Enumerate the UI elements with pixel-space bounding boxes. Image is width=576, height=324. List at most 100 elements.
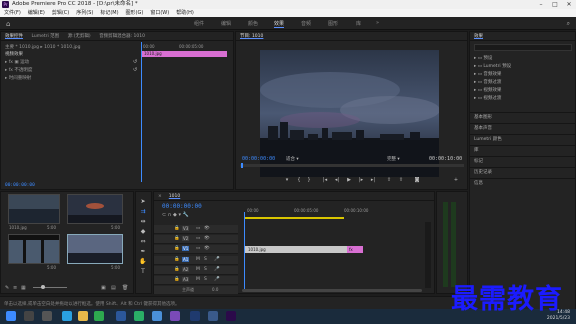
program-playhead[interactable] xyxy=(241,163,243,168)
menu-window[interactable]: 窗口(W) xyxy=(150,10,169,16)
effects-item-audio-transitions[interactable]: ▸ ▭ 音频过渡 xyxy=(474,79,501,85)
section-markers[interactable]: 标记 xyxy=(474,158,483,164)
export-frame-icon[interactable]: ◙ xyxy=(413,177,421,183)
work-area-bar[interactable] xyxy=(244,217,344,219)
timeline-horizontal-scrollbar[interactable] xyxy=(242,289,422,292)
section-libraries[interactable]: 库 xyxy=(474,147,479,153)
type-tool-icon[interactable]: T xyxy=(139,268,147,276)
thumbnail-3[interactable] xyxy=(8,234,60,264)
add-button-icon[interactable]: + xyxy=(452,177,460,183)
thumbnail-2[interactable] xyxy=(67,194,123,224)
menu-clip[interactable]: 剪辑(C) xyxy=(52,10,69,16)
effect-controls-timecode[interactable]: 00:00:00:00 xyxy=(5,183,35,188)
section-essential-graphics[interactable]: 基本图形 xyxy=(474,114,492,120)
workspace-more-icon[interactable]: » xyxy=(376,20,379,26)
step-forward-icon[interactable]: |▸ xyxy=(357,177,365,183)
effects-item-presets[interactable]: ▸ ▭ 预设 xyxy=(474,55,492,61)
tab-effect-controls[interactable]: 效果控件 xyxy=(5,34,23,39)
add-marker-icon[interactable]: ▾ xyxy=(283,177,291,183)
task-view-icon[interactable] xyxy=(42,311,52,321)
app-icon[interactable] xyxy=(170,311,180,321)
pen-tool-icon[interactable]: ✒ xyxy=(139,248,147,256)
fit-dropdown[interactable]: 适合 ▾ xyxy=(286,156,299,162)
extract-icon[interactable]: ⇪ xyxy=(397,177,405,183)
app-icon[interactable] xyxy=(152,311,162,321)
new-item-icon[interactable]: ▤ xyxy=(111,285,116,291)
workspace-tab-graphics[interactable]: 图形 xyxy=(328,20,338,27)
section-history[interactable]: 历史记录 xyxy=(474,169,492,175)
maximize-button[interactable]: □ xyxy=(548,0,562,9)
timeline-clip-v1[interactable]: 1010.jpg xyxy=(245,246,347,253)
section-info[interactable]: 信息 xyxy=(474,180,483,186)
effects-item-lumetri-presets[interactable]: ▸ ▭ Lumetri 预设 xyxy=(474,63,511,69)
mark-out-icon[interactable]: } xyxy=(305,177,313,183)
photoshop-icon[interactable] xyxy=(190,311,200,321)
selection-tool-icon[interactable]: ➤ xyxy=(139,198,147,206)
effects-panel-title[interactable]: 效果 xyxy=(474,34,483,39)
menu-edit[interactable]: 编辑(E) xyxy=(28,10,45,16)
go-to-in-icon[interactable]: |◂ xyxy=(321,177,329,183)
menu-marker[interactable]: 标记(M) xyxy=(100,10,118,16)
search-taskbar-icon[interactable] xyxy=(24,311,34,321)
tab-source[interactable]: 源:(无剪辑) xyxy=(68,34,91,39)
premiere-taskbar-icon[interactable] xyxy=(226,311,236,321)
track-v3[interactable]: 🔒 V3 ▭ 👁 xyxy=(154,225,238,234)
delete-icon[interactable]: 🗑 xyxy=(122,285,128,291)
menu-sequence[interactable]: 序列(S) xyxy=(76,10,93,16)
menu-graphics[interactable]: 图形(G) xyxy=(126,10,144,16)
hand-tool-icon[interactable]: ✋ xyxy=(139,258,147,266)
ripple-edit-tool-icon[interactable]: ⇹ xyxy=(139,218,147,226)
menu-help[interactable]: 帮助(H) xyxy=(176,10,194,16)
effect-row-opacity[interactable]: ▸ fx 不透明度 xyxy=(5,67,32,73)
program-scrubber[interactable] xyxy=(240,164,464,167)
snap-icon[interactable]: ⊂ ∩ ◆ ▾ 🔧 xyxy=(162,212,189,218)
razor-tool-icon[interactable]: ◆ xyxy=(139,228,147,236)
track-a1[interactable]: 🔒 A1 M S 🎤 xyxy=(154,256,238,265)
workspace-tab-color[interactable]: 颜色 xyxy=(248,20,258,27)
clip-bar[interactable]: 1010.jpg xyxy=(142,51,227,57)
workspace-tab-assembly[interactable]: 组件 xyxy=(194,20,204,27)
minimize-button[interactable]: – xyxy=(534,0,548,9)
start-icon[interactable] xyxy=(6,311,16,321)
home-icon[interactable]: ⌂ xyxy=(6,20,10,28)
step-back-icon[interactable]: ◂| xyxy=(333,177,341,183)
slip-tool-icon[interactable]: ⇔ xyxy=(139,238,147,246)
workspace-tab-editing[interactable]: 编辑 xyxy=(221,20,231,27)
section-essential-sound[interactable]: 基本声音 xyxy=(474,125,492,131)
close-button[interactable]: ✕ xyxy=(562,0,576,9)
workspace-tab-audio[interactable]: 音频 xyxy=(301,20,311,27)
timeline-clip-v1-transition[interactable]: fx xyxy=(347,246,363,253)
effects-item-video-transitions[interactable]: ▸ ▭ 视频过渡 xyxy=(474,95,501,101)
workspace-tab-libraries[interactable]: 库 xyxy=(356,20,361,27)
tab-lumetri-scopes[interactable]: Lumetri 范围 xyxy=(31,34,59,39)
explorer-icon[interactable] xyxy=(78,311,88,321)
track-v1[interactable]: 🔒 V1 ▭ 👁 xyxy=(154,245,238,254)
reset-icon[interactable]: ↺ xyxy=(133,59,137,65)
track-a3[interactable]: 🔒 A3 M S 🎤 xyxy=(154,276,238,285)
list-view-icon[interactable]: ≡ xyxy=(13,285,17,291)
new-bin-icon[interactable]: ▣ xyxy=(101,285,106,291)
effects-item-audio-effects[interactable]: ▸ ▭ 音频效果 xyxy=(474,71,501,77)
tab-audio-mixer[interactable]: 音频剪辑混合器: 1010 xyxy=(99,34,145,39)
icon-view-icon[interactable]: ▦ xyxy=(21,285,26,291)
timeline-vertical-scrollbar[interactable] xyxy=(425,222,431,288)
search-icon[interactable]: ⌕ xyxy=(567,20,570,28)
track-v2[interactable]: 🔒 V2 ▭ 👁 xyxy=(154,235,238,244)
edge-icon[interactable] xyxy=(62,311,72,321)
play-icon[interactable]: ▶ xyxy=(345,177,353,183)
effect-row-motion[interactable]: ▸ fx ▣ 运动 xyxy=(5,59,29,65)
workspace-tab-effects[interactable]: 效果 xyxy=(274,20,285,28)
reset-icon[interactable]: ↺ xyxy=(133,67,137,73)
effects-search-input[interactable] xyxy=(474,44,572,51)
go-to-out-icon[interactable]: ▸| xyxy=(369,177,377,183)
wechat-icon[interactable] xyxy=(134,311,144,321)
thumbnail-1[interactable] xyxy=(8,194,60,224)
track-select-tool-icon[interactable]: ⇉ xyxy=(139,208,147,216)
effects-item-video-effects[interactable]: ▸ ▭ 视频效果 xyxy=(474,87,501,93)
effect-row-time-remap[interactable]: ▸ 时间重映射 xyxy=(5,75,31,81)
mark-in-icon[interactable]: { xyxy=(295,177,303,183)
section-lumetri-color[interactable]: Lumetri 颜色 xyxy=(474,136,502,142)
lift-icon[interactable]: ⇧ xyxy=(385,177,393,183)
timeline-tab[interactable]: 1010 xyxy=(169,194,180,199)
track-a2[interactable]: 🔒 A2 M S 🎤 xyxy=(154,266,238,275)
